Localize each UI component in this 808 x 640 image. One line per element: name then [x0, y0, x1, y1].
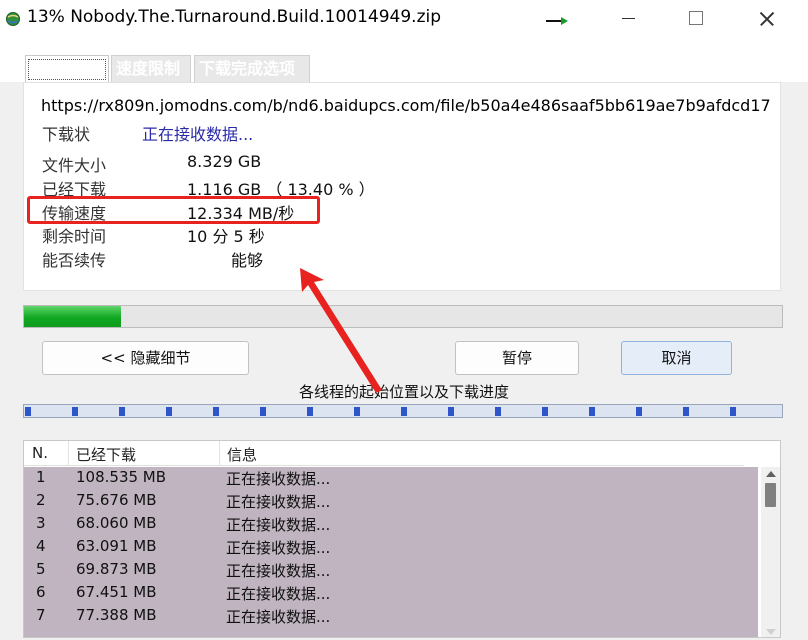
table-row[interactable]: 2 75.676 MB 正在接收数据...: [24, 490, 758, 513]
thread-segment-marker: [542, 407, 548, 416]
thread-info: 正在接收数据...: [226, 493, 331, 511]
thread-segment-marker: [307, 407, 313, 416]
hide-details-button[interactable]: << 隐藏细节: [42, 341, 249, 375]
status-label: 下载状: [42, 125, 91, 144]
thread-segment-marker: [25, 407, 31, 416]
thread-number: 3: [36, 514, 46, 532]
column-header-n[interactable]: N.: [32, 444, 48, 462]
thread-segment-marker: [683, 407, 689, 416]
scroll-up-icon[interactable]: [766, 471, 776, 477]
thread-segment-marker: [495, 407, 501, 416]
thread-segment-marker: [448, 407, 454, 416]
tab-download-status[interactable]: [25, 55, 109, 82]
table-scrollbar[interactable]: [761, 467, 780, 637]
thread-info: 正在接收数据...: [226, 470, 331, 488]
column-divider[interactable]: [219, 441, 220, 466]
minimize-button[interactable]: [600, 0, 658, 38]
cancel-button[interactable]: 取消: [621, 341, 732, 375]
thread-segment-marker: [730, 407, 736, 416]
title-bar: 13% Nobody.The.Turnaround.Build.10014949…: [0, 0, 808, 38]
thread-segment-marker: [213, 407, 219, 416]
close-button[interactable]: [738, 0, 796, 38]
table-body: 1 108.535 MB 正在接收数据... 2 75.676 MB 正在接收数…: [24, 467, 758, 637]
thread-downloaded: 75.676 MB: [76, 491, 157, 509]
thread-number: 5: [36, 560, 46, 578]
annotation-arrow-icon: [300, 268, 382, 393]
tab-strip: 速度限制 下载完成选项: [0, 38, 808, 82]
thread-downloaded: 77.388 MB: [76, 606, 157, 624]
table-row[interactable]: 7 77.388 MB 正在接收数据...: [24, 605, 758, 628]
thread-number: 1: [36, 468, 46, 486]
overall-progress-bar: [23, 305, 783, 328]
resume-support-value: 能够: [231, 251, 264, 270]
column-divider[interactable]: [68, 441, 69, 466]
thread-segment-marker: [589, 407, 595, 416]
status-value: 正在接收数据...: [142, 125, 254, 144]
thread-info: 正在接收数据...: [226, 539, 331, 557]
thread-segment-marker: [166, 407, 172, 416]
table-row[interactable]: 3 68.060 MB 正在接收数据...: [24, 513, 758, 536]
download-url: https://rx809n.jomodns.com/b/nd6.baidupc…: [41, 96, 771, 115]
resume-support-label: 能否续传: [42, 251, 107, 270]
thread-segment-marker: [354, 407, 360, 416]
download-info-panel: https://rx809n.jomodns.com/b/nd6.baidupc…: [23, 82, 781, 291]
dialog-body: 速度限制 下载完成选项 https://rx809n.jomodns.com/b…: [0, 38, 808, 640]
thread-info: 正在接收数据...: [226, 585, 331, 603]
thread-segments-bar: [23, 404, 783, 418]
tab-completion-options[interactable]: 下载完成选项: [194, 55, 310, 82]
thread-number: 4: [36, 537, 46, 555]
thread-segment-marker: [260, 407, 266, 416]
file-size-value: 8.329 GB: [187, 152, 262, 171]
table-row[interactable]: 1 108.535 MB 正在接收数据...: [24, 467, 758, 490]
thread-number: 6: [36, 583, 46, 601]
progress-fill: [24, 306, 121, 327]
column-header-info[interactable]: 信息: [227, 444, 257, 465]
tab-speed-limit[interactable]: 速度限制: [111, 55, 191, 82]
threads-table: N. 已经下载 信息 1 108.535 MB 正在接收数据... 2 75.6…: [23, 440, 781, 638]
thread-info: 正在接收数据...: [226, 608, 331, 626]
time-remaining-value: 10 分 5 秒: [187, 227, 265, 246]
thread-downloaded: 63.091 MB: [76, 537, 157, 555]
thread-number: 2: [36, 491, 46, 509]
speed-highlight-box: [27, 196, 320, 224]
pause-button[interactable]: 暂停: [455, 341, 579, 375]
header-corner: [744, 441, 780, 467]
thread-segment-marker: [636, 407, 642, 416]
table-header: N. 已经下载 信息: [24, 441, 744, 466]
column-header-downloaded[interactable]: 已经下载: [76, 444, 136, 465]
thread-number: 7: [36, 606, 46, 624]
thread-downloaded: 67.451 MB: [76, 583, 157, 601]
table-row[interactable]: 5 69.873 MB 正在接收数据...: [24, 559, 758, 582]
thread-info: 正在接收数据...: [226, 562, 331, 580]
file-size-label: 文件大小: [42, 156, 107, 175]
table-row[interactable]: 6 67.451 MB 正在接收数据...: [24, 582, 758, 605]
thread-downloaded: 108.535 MB: [76, 468, 167, 486]
maximize-button[interactable]: [666, 0, 724, 38]
threads-caption: 各线程的起始位置以及下载进度: [298, 383, 509, 401]
thread-segment-marker: [119, 407, 125, 416]
thread-downloaded: 68.060 MB: [76, 514, 157, 532]
time-remaining-label: 剩余时间: [42, 227, 107, 246]
thread-info: 正在接收数据...: [226, 516, 331, 534]
arrow-right-icon: [546, 17, 568, 25]
app-globe-icon: [6, 12, 20, 26]
thread-downloaded: 69.873 MB: [76, 560, 157, 578]
window-title: 13% Nobody.The.Turnaround.Build.10014949…: [27, 7, 442, 27]
scroll-down-icon[interactable]: [766, 629, 776, 635]
scroll-thumb[interactable]: [765, 483, 776, 507]
thread-segment-marker: [72, 407, 78, 416]
table-row[interactable]: 4 63.091 MB 正在接收数据...: [24, 536, 758, 559]
thread-segment-marker: [401, 407, 407, 416]
